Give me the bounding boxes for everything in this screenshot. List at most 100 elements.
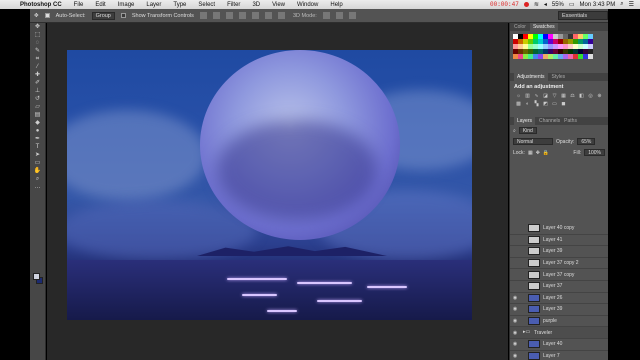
path-selection-tool-icon[interactable]: ➤: [33, 152, 42, 159]
color-balance-icon[interactable]: ⚖: [569, 93, 576, 99]
lasso-tool-icon[interactable]: ◌: [33, 40, 42, 47]
opacity-input[interactable]: 65%: [577, 138, 596, 145]
layer-row[interactable]: ◉ Layer 26: [510, 293, 608, 305]
posterize-icon[interactable]: ▚: [533, 101, 540, 107]
layer-row[interactable]: ◉ Layer 40: [510, 339, 608, 351]
color-swatch[interactable]: [588, 54, 593, 59]
spotlight-icon[interactable]: ⌕: [620, 1, 623, 8]
notification-center-icon[interactable]: ☰: [629, 1, 634, 8]
menu-help[interactable]: Help: [324, 2, 348, 8]
layer-row[interactable]: Layer 39: [510, 246, 608, 258]
menu-filter[interactable]: Filter: [221, 2, 246, 8]
levels-icon[interactable]: ▥: [524, 93, 531, 99]
menu-file[interactable]: File: [68, 2, 90, 8]
photo-filter-icon[interactable]: ◎: [587, 93, 594, 99]
healing-brush-tool-icon[interactable]: ✚: [33, 72, 42, 79]
pen-tool-icon[interactable]: ✒: [33, 136, 42, 143]
lock-position-icon[interactable]: ✥: [536, 150, 540, 156]
layer-row[interactable]: ◉ Layer 7: [510, 351, 608, 360]
gradient-tool-icon[interactable]: ▤: [33, 112, 42, 119]
eraser-tool-icon[interactable]: ▱: [33, 104, 42, 111]
blend-mode-dropdown[interactable]: Normal: [513, 138, 553, 145]
layer-row[interactable]: Layer 37: [510, 281, 608, 293]
layer-row[interactable]: Layer 40 copy: [510, 223, 608, 235]
visibility-eye-icon[interactable]: ◉: [510, 341, 520, 347]
align-right-icon[interactable]: [264, 12, 272, 19]
visibility-eye-icon[interactable]: ◉: [510, 295, 520, 301]
visibility-eye-icon[interactable]: ◉: [510, 306, 520, 312]
align-bottom-icon[interactable]: [225, 12, 233, 19]
menu-layer[interactable]: Layer: [140, 2, 167, 8]
threshold-icon[interactable]: ◩: [542, 101, 549, 107]
menu-edit[interactable]: Edit: [89, 2, 111, 8]
selective-color-icon[interactable]: ◼: [560, 101, 567, 107]
workspace-switcher[interactable]: Essentials: [558, 11, 608, 20]
align-center-icon[interactable]: [251, 12, 259, 19]
layer-row[interactable]: ◉ Layer 39: [510, 304, 608, 316]
clock[interactable]: Mon 3:43 PM: [580, 2, 616, 8]
clone-stamp-tool-icon[interactable]: ⊥: [33, 88, 42, 95]
vibrance-icon[interactable]: ▽: [551, 93, 558, 99]
visibility-eye-icon[interactable]: ◉: [510, 318, 520, 324]
layer-row[interactable]: Layer 37 copy: [510, 269, 608, 281]
tab-layers[interactable]: Layers: [514, 117, 536, 125]
quick-select-tool-icon[interactable]: ✎: [33, 48, 42, 55]
exposure-icon[interactable]: ◪: [542, 93, 549, 99]
layer-row[interactable]: Layer 41: [510, 235, 608, 247]
tab-channels[interactable]: Channels: [539, 118, 560, 124]
menu-view[interactable]: View: [266, 2, 291, 8]
fill-input[interactable]: 100%: [584, 149, 605, 156]
channel-mixer-icon[interactable]: ⊕: [596, 93, 603, 99]
3d-pan-icon[interactable]: [348, 12, 356, 19]
hue-saturation-icon[interactable]: ▦: [560, 93, 567, 99]
auto-select-dropdown[interactable]: Group: [91, 11, 115, 20]
color-lookup-icon[interactable]: ▩: [515, 101, 522, 107]
visibility-eye-icon[interactable]: ◉: [510, 353, 520, 359]
tab-styles[interactable]: Styles: [552, 74, 566, 80]
layer-filter-dropdown[interactable]: Kind: [518, 127, 537, 134]
brightness-icon[interactable]: ☼: [515, 93, 522, 99]
eyedropper-tool-icon[interactable]: ⁄: [33, 64, 42, 71]
hand-tool-icon[interactable]: ✋: [33, 168, 42, 175]
more-tools-icon[interactable]: …: [33, 184, 42, 191]
layer-group-row[interactable]: ◉ ▸▭ Traveler: [510, 327, 608, 339]
foreground-color-swatch[interactable]: [33, 273, 40, 280]
app-menu[interactable]: Photoshop CC: [14, 2, 68, 8]
curves-icon[interactable]: ∿: [533, 93, 540, 99]
layer-row[interactable]: ◉ purple: [510, 316, 608, 328]
menu-type[interactable]: Type: [167, 2, 192, 8]
tab-color[interactable]: Color: [514, 24, 526, 30]
marquee-tool-icon[interactable]: ⬚: [33, 32, 42, 39]
3d-rotate-icon[interactable]: [322, 12, 330, 19]
invert-icon[interactable]: ◐: [524, 101, 531, 107]
black-white-icon[interactable]: ◧: [578, 93, 585, 99]
auto-select-checkbox[interactable]: [44, 13, 50, 18]
move-tool-icon[interactable]: ✥: [34, 13, 39, 19]
artwork-canvas[interactable]: [67, 50, 472, 320]
menu-window[interactable]: Window: [291, 2, 324, 8]
3d-roll-icon[interactable]: [335, 12, 343, 19]
tab-adjustments[interactable]: Adjustments: [514, 73, 548, 81]
layer-row[interactable]: Layer 37 copy 2: [510, 258, 608, 270]
transform-controls-checkbox[interactable]: [120, 13, 126, 18]
document-canvas-area[interactable]: [47, 23, 508, 360]
type-tool-icon[interactable]: T: [33, 144, 42, 151]
align-top-icon[interactable]: [199, 12, 207, 19]
record-stop-icon[interactable]: [523, 2, 529, 7]
lock-pixels-icon[interactable]: ▦: [528, 150, 533, 156]
wifi-icon[interactable]: ≋: [534, 1, 539, 8]
blur-tool-icon[interactable]: ◆: [33, 120, 42, 127]
crop-tool-icon[interactable]: ⌗: [33, 56, 42, 63]
menu-3d[interactable]: 3D: [246, 2, 266, 8]
align-left-icon[interactable]: [238, 12, 246, 19]
menu-image[interactable]: Image: [112, 2, 141, 8]
visibility-eye-icon[interactable]: ◉: [510, 330, 520, 336]
tab-swatches[interactable]: Swatches: [529, 23, 558, 31]
battery-icon[interactable]: ▭: [569, 1, 575, 8]
menu-select[interactable]: Select: [192, 2, 221, 8]
swatch-grid[interactable]: [513, 34, 605, 59]
shape-tool-icon[interactable]: ▭: [33, 160, 42, 167]
distribute-icon[interactable]: [277, 12, 285, 19]
brush-tool-icon[interactable]: ✐: [33, 80, 42, 87]
align-middle-icon[interactable]: [212, 12, 220, 19]
